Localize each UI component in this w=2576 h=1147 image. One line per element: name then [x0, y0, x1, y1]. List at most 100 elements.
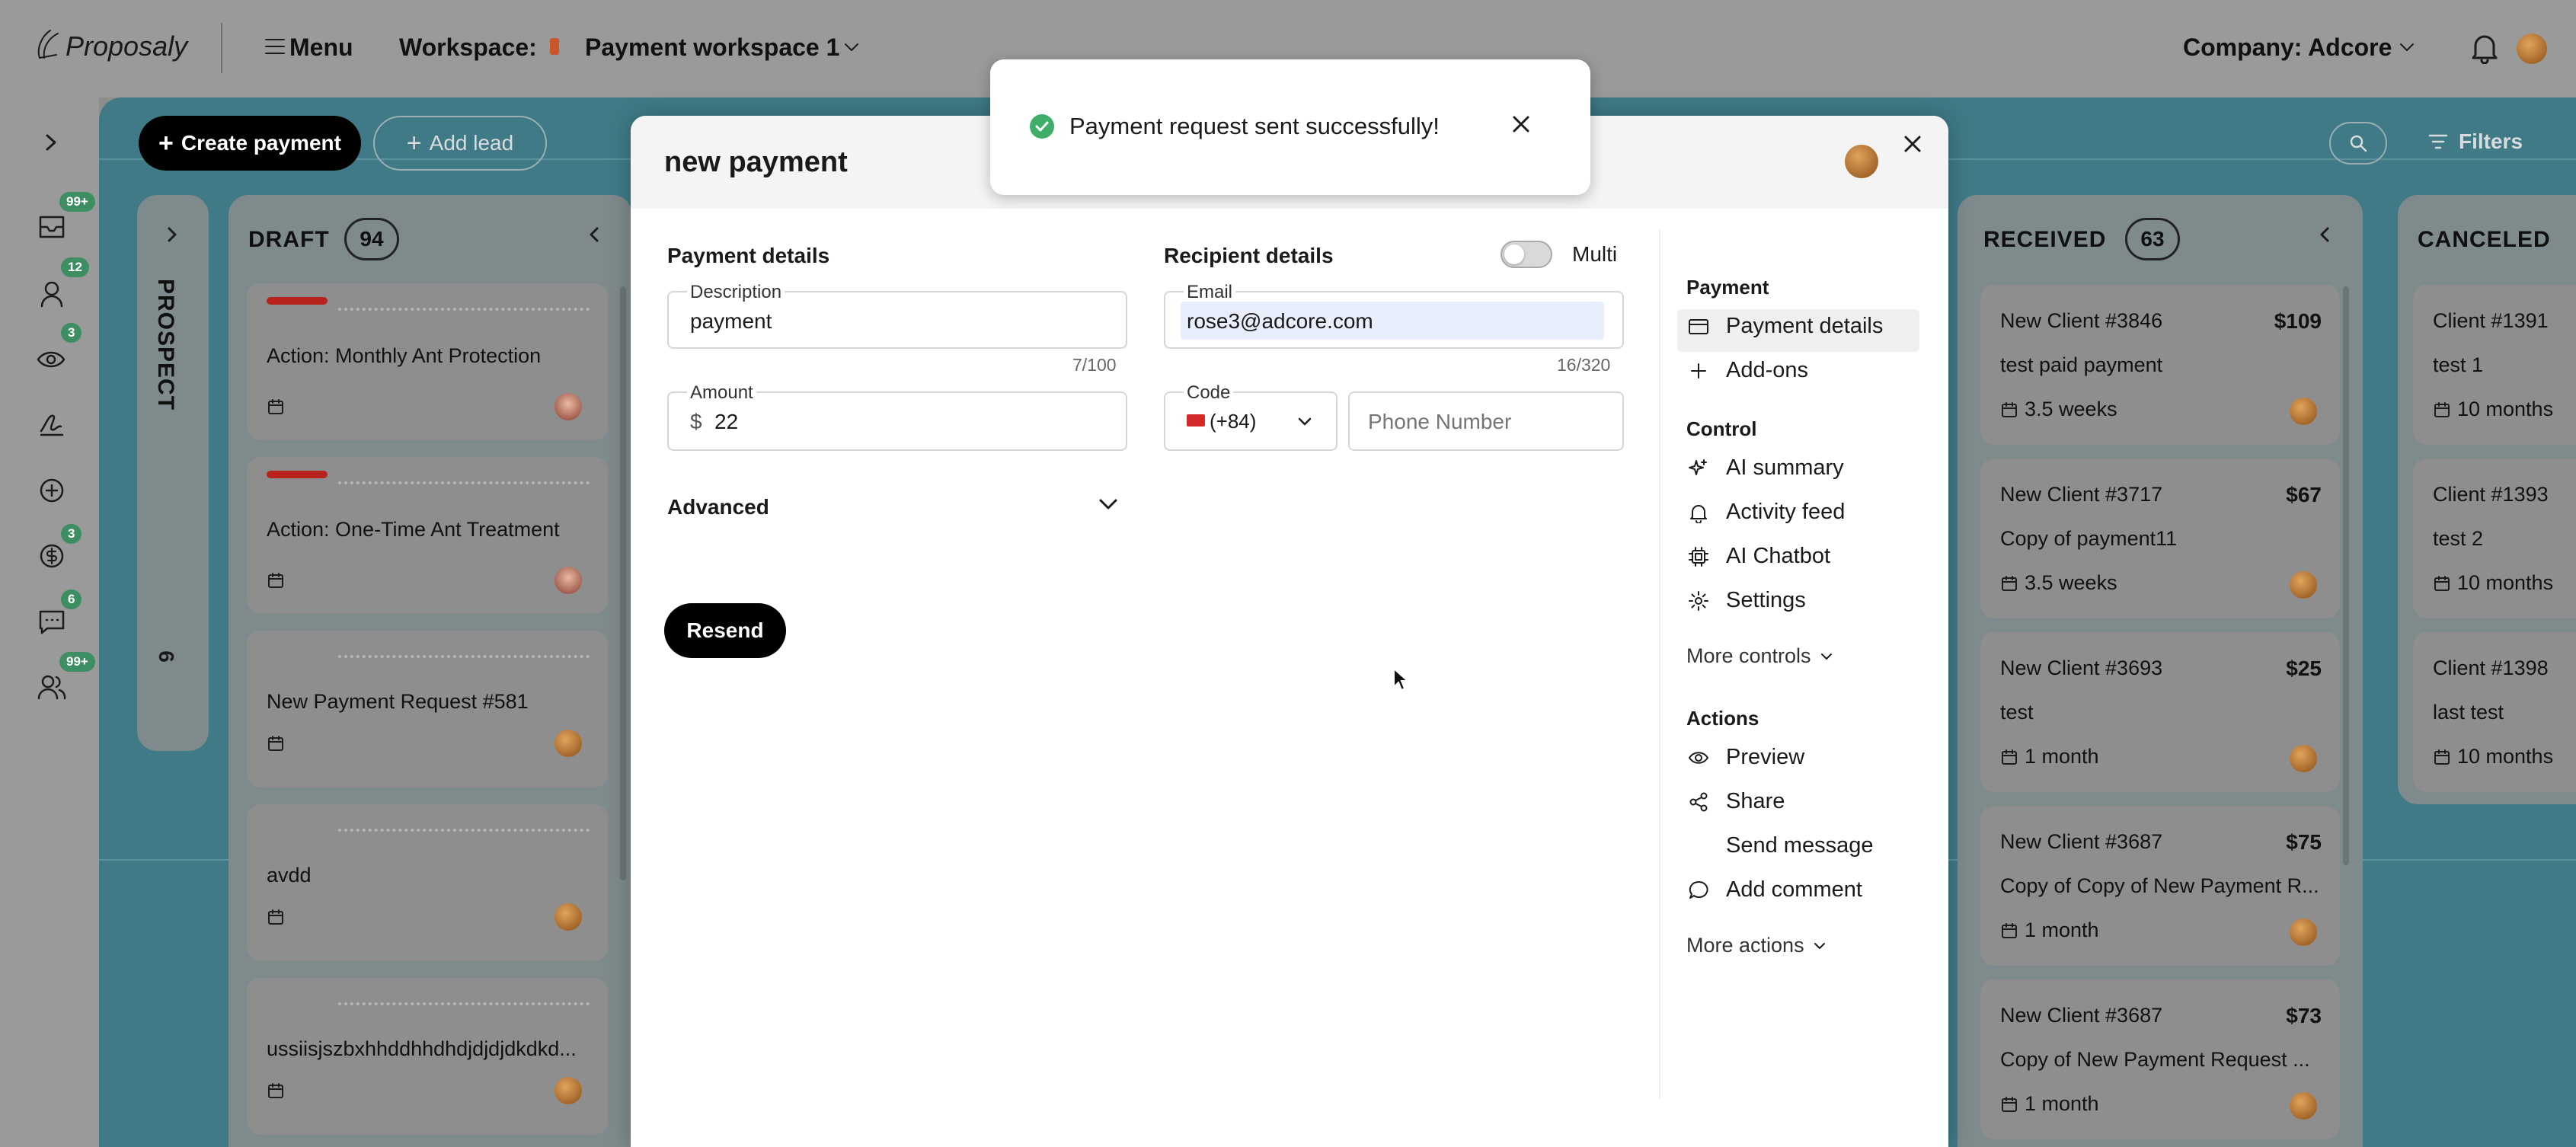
payment-card[interactable]: avdd	[247, 804, 608, 961]
menu-button[interactable]: Menu	[289, 34, 353, 62]
inbox-icon[interactable]	[38, 215, 66, 239]
payment-card[interactable]: Client #1398 last test 10 months	[2413, 632, 2576, 792]
close-icon[interactable]	[1900, 131, 1926, 157]
country-code-select[interactable]: Code (+84)	[1164, 382, 1338, 451]
create-payment-button[interactable]: + Create payment	[139, 116, 361, 171]
modal-title: new payment	[664, 146, 848, 178]
menu-activity-feed[interactable]: Activity feed	[1688, 500, 1845, 525]
user-icon[interactable]	[40, 280, 64, 308]
advanced-toggle[interactable]: Advanced	[667, 495, 769, 519]
payment-card[interactable]: ussiisjszbxhhddhhdhdjdjdjdkdkd...	[247, 978, 608, 1135]
payment-card[interactable]: New Client #3687 $73 Copy of New Payment…	[1980, 979, 2340, 1139]
chevron-down-icon[interactable]	[1296, 416, 1313, 428]
description-field[interactable]: Description payment	[667, 282, 1127, 349]
bell-icon[interactable]	[2469, 30, 2500, 64]
close-icon[interactable]	[1508, 111, 1534, 137]
amount-input[interactable]: 22	[714, 410, 738, 434]
time-label: 3.5 weeks	[2025, 571, 2117, 594]
chip-icon	[1689, 546, 1708, 567]
avatar[interactable]	[2517, 34, 2547, 64]
company-selector[interactable]: Company: Adcore	[2183, 34, 2392, 62]
add-circle-icon[interactable]	[38, 477, 66, 504]
prospect-count: 6	[154, 650, 178, 663]
divider	[221, 23, 222, 73]
chevron-down-icon[interactable]	[2398, 41, 2416, 53]
menu-addons[interactable]: Add-ons	[1688, 358, 1808, 383]
payment-card[interactable]: New Client #3717 $67 Copy of payment11 3…	[1980, 458, 2340, 618]
payment-card[interactable]: New Client #3687 $75 Copy of Copy of New…	[1980, 806, 2340, 966]
add-lead-button[interactable]: + Add lead	[373, 116, 547, 171]
payment-card[interactable]: New Payment Request #581	[247, 631, 608, 788]
flag-icon	[1187, 414, 1205, 427]
prospect-column[interactable]: PROSPECT 6	[137, 195, 209, 751]
dollar-icon[interactable]	[38, 542, 66, 570]
chevron-down-icon[interactable]	[1097, 497, 1120, 512]
scrollbar[interactable]	[620, 286, 626, 880]
menu-payment-details[interactable]: Payment details	[1688, 314, 1883, 339]
payment-card[interactable]: Action: One-Time Ant Treatment	[247, 457, 608, 614]
card-title: Client #1391	[2433, 309, 2549, 332]
menu-ai-chatbot[interactable]: AI Chatbot	[1688, 544, 1830, 569]
resend-button[interactable]: Resend	[664, 603, 786, 658]
card-time: 10 months	[2433, 398, 2553, 421]
more-controls-toggle[interactable]: More controls	[1686, 644, 1834, 668]
create-payment-label: Create payment	[181, 131, 341, 155]
card-title: New Client #3693	[2000, 657, 2163, 679]
phone-field[interactable]	[1348, 391, 1624, 451]
actions-section-head: Actions	[1686, 707, 1759, 730]
menu-share[interactable]: Share	[1688, 789, 1785, 814]
calendar-icon	[2434, 401, 2450, 417]
chevron-down-icon[interactable]	[842, 41, 861, 53]
logo-text[interactable]: Proposaly	[66, 30, 187, 62]
menu-add-comment[interactable]: Add comment	[1688, 877, 1862, 903]
description-input[interactable]: payment	[690, 309, 772, 334]
menu-settings[interactable]: Settings	[1688, 588, 1806, 613]
payment-card[interactable]: New Client #3846 $109 test paid payment …	[1980, 285, 2340, 445]
chat-icon[interactable]	[38, 609, 66, 635]
avatar[interactable]	[1845, 145, 1878, 178]
signature-icon[interactable]	[38, 410, 66, 437]
card-subtitle: Copy of payment11	[2000, 527, 2178, 550]
payment-card[interactable]: Action: Monthly Ant Protection	[247, 283, 608, 440]
email-counter: 16/320	[1557, 355, 1611, 375]
chevron-left-icon[interactable]	[2317, 225, 2332, 244]
phone-input[interactable]	[1368, 407, 1604, 437]
email-field[interactable]: Email rose3@adcore.com	[1164, 282, 1624, 349]
card-subtitle: Copy of Copy of New Payment R...	[2000, 874, 2319, 897]
multi-toggle[interactable]	[1501, 241, 1552, 268]
time-label: 10 months	[2457, 571, 2554, 594]
filters-button[interactable]: Filters	[2428, 129, 2523, 154]
menu-label: Send message	[1726, 833, 1874, 858]
received-column: RECEIVED 63 New Client #3846 $109 test p…	[1958, 195, 2363, 1147]
hamburger-icon[interactable]	[264, 37, 286, 56]
search-button[interactable]	[2329, 122, 2387, 165]
payment-card[interactable]: Client #1393 test 2 10 months	[2413, 458, 2576, 618]
chevron-down-icon	[1820, 653, 1832, 660]
scrollbar[interactable]	[2343, 286, 2349, 865]
chevron-left-icon[interactable]	[586, 225, 602, 244]
chevron-right-icon[interactable]	[43, 133, 59, 152]
avatar	[555, 1077, 582, 1104]
payment-card[interactable]: New Client #3693 $25 test 1 month	[1980, 632, 2340, 792]
calendar-icon	[2002, 575, 2017, 591]
time-label: 10 months	[2457, 398, 2554, 420]
menu-label: Payment details	[1726, 314, 1884, 338]
amount-field[interactable]: Amount $ 22	[667, 382, 1127, 451]
menu-ai-summary[interactable]: AI summary	[1688, 455, 1844, 481]
menu-label: AI Chatbot	[1726, 544, 1831, 568]
menu-send-message[interactable]: Send message	[1726, 833, 1873, 858]
currency-symbol: $	[690, 410, 702, 433]
menu-preview[interactable]: Preview	[1688, 745, 1804, 770]
card-time: 10 months	[2433, 571, 2553, 595]
users-icon[interactable]	[37, 673, 67, 701]
menu-label: Add comment	[1726, 877, 1862, 902]
canceled-column: CANCELED Client #1391 test 1 10 months C…	[2398, 195, 2576, 804]
card-title: New Client #3687	[2000, 1004, 2163, 1027]
email-input[interactable]: rose3@adcore.com	[1187, 309, 1373, 334]
eye-icon[interactable]	[37, 349, 66, 370]
more-actions-toggle[interactable]: More actions	[1686, 934, 1827, 957]
chevron-right-icon[interactable]	[165, 225, 180, 244]
card-time: 3.5 weeks	[2000, 571, 2117, 595]
payment-card[interactable]: Client #1391 test 1 10 months	[2413, 285, 2576, 445]
workspace-selector[interactable]: Payment workspace 1	[585, 34, 839, 62]
